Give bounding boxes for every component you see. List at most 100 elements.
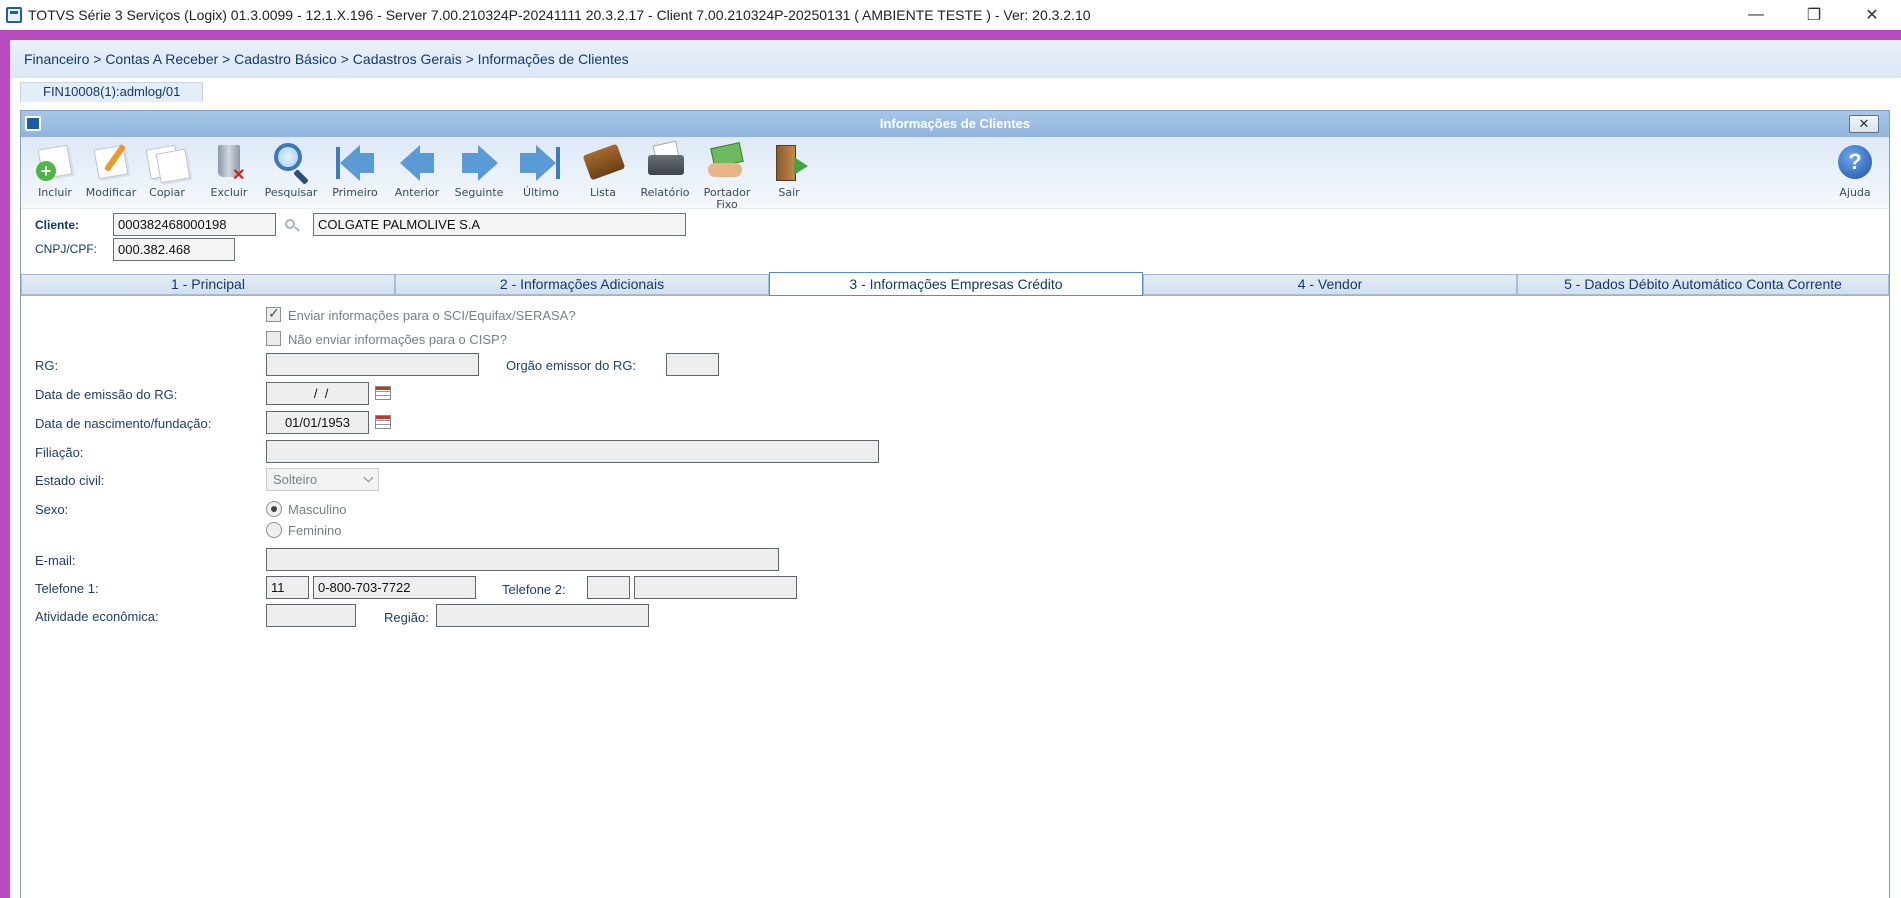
- relatorio-button[interactable]: Relatório: [637, 139, 693, 207]
- tab-debito-automatico[interactable]: 5 - Dados Débito Automático Conta Corren…: [1517, 274, 1889, 295]
- data-nascimento-field[interactable]: 01/01/1953: [266, 411, 369, 434]
- filiacao-field[interactable]: [266, 440, 879, 463]
- sexo-feminino-label: Feminino: [288, 523, 342, 538]
- tab-content: Enviar informações para o SCI/Equifax/SE…: [21, 296, 1889, 898]
- program-tab[interactable]: FIN10008(1):admlog/01: [20, 82, 204, 102]
- program-window-title: Informações de Clientes: [879, 116, 1031, 131]
- cliente-code-field[interactable]: 000382468000198: [113, 213, 276, 236]
- telefone1-number-field[interactable]: 0-800-703-7722: [313, 576, 476, 599]
- atividade-economica-label: Atividade econômica:: [35, 609, 159, 624]
- window-close-button[interactable]: ✕: [1849, 115, 1879, 133]
- excluir-label: Excluir: [210, 186, 248, 199]
- trash-icon: ✕: [206, 141, 252, 185]
- filiacao-label: Filiação:: [35, 445, 84, 460]
- window-controls: — ❐ ✕: [1727, 0, 1901, 30]
- plus-icon: +: [36, 161, 56, 181]
- estado-civil-select[interactable]: Solteiro: [266, 468, 379, 491]
- excluir-button[interactable]: ✕ Excluir: [201, 139, 257, 207]
- modificar-button[interactable]: Modificar: [83, 139, 139, 207]
- sair-label: Sair: [778, 186, 800, 199]
- telefone2-label: Telefone 2:: [502, 582, 566, 597]
- data-emissao-label: Data de emissão do RG:: [35, 387, 178, 402]
- copiar-label: Copiar: [149, 186, 185, 199]
- telefone2-number-field[interactable]: [634, 576, 797, 599]
- rg-field[interactable]: [266, 353, 479, 376]
- tab-informacoes-empresas-credito[interactable]: 3 - Informações Empresas Crédito: [769, 272, 1143, 296]
- estado-civil-value: Solteiro: [273, 472, 318, 487]
- book-icon: [580, 141, 626, 185]
- money-hand-icon: [704, 141, 750, 185]
- magnifier-icon: [268, 141, 314, 185]
- calendar-icon[interactable]: [375, 386, 391, 400]
- search-icon[interactable]: [285, 219, 300, 233]
- tab-principal[interactable]: 1 - Principal: [21, 274, 395, 295]
- regiao-field[interactable]: [436, 604, 649, 627]
- ajuda-button[interactable]: ? Ajuda: [1827, 139, 1883, 207]
- minimize-button[interactable]: —: [1727, 0, 1785, 30]
- tab-informacoes-adicionais[interactable]: 2 - Informações Adicionais: [395, 274, 769, 295]
- last-arrow-icon: [518, 141, 564, 185]
- breadcrumb: Financeiro > Contas A Receber > Cadastro…: [10, 40, 1901, 78]
- telefone1-ddd-field[interactable]: 11: [266, 576, 309, 599]
- data-nascimento-label: Data de nascimento/fundação:: [35, 416, 212, 431]
- ultimo-label: Último: [523, 186, 559, 199]
- chk-sci-checkbox[interactable]: [266, 305, 281, 322]
- program-window: Informações de Clientes ✕ + Incluir Modi…: [20, 110, 1890, 898]
- seguinte-label: Seguinte: [454, 186, 504, 199]
- email-field[interactable]: [266, 548, 779, 571]
- close-button[interactable]: ✕: [1843, 0, 1901, 30]
- email-label: E-mail:: [35, 553, 76, 568]
- telefone2-ddd-field[interactable]: [587, 576, 630, 599]
- lista-button[interactable]: Lista: [575, 139, 631, 207]
- pesquisar-label: Pesquisar: [264, 186, 318, 199]
- atividade-economica-field[interactable]: [266, 604, 356, 627]
- relatorio-label: Relatório: [640, 186, 690, 199]
- cnpj-label: CNPJ/CPF:: [35, 242, 98, 256]
- ajuda-label: Ajuda: [1839, 186, 1871, 199]
- cliente-name-field[interactable]: COLGATE PALMOLIVE S.A: [313, 213, 686, 236]
- tab-bar: 1 - Principal 2 - Informações Adicionais…: [21, 272, 1889, 296]
- program-window-titlebar: Informações de Clientes ✕: [21, 111, 1889, 137]
- telefone1-label: Telefone 1:: [35, 581, 99, 596]
- sexo-masculino-radio[interactable]: [266, 501, 282, 517]
- sexo-masculino-label: Masculino: [288, 502, 347, 517]
- os-window-title: TOTVS Série 3 Serviços (Logix) 01.3.0099…: [28, 7, 1091, 23]
- sair-button[interactable]: Sair: [761, 139, 817, 207]
- regiao-label: Região:: [384, 610, 429, 625]
- portador-fixo-button[interactable]: Portador Fixo: [699, 139, 755, 211]
- program-tab-row: FIN10008(1):admlog/01: [10, 78, 1901, 102]
- orgao-emissor-field[interactable]: [666, 353, 719, 376]
- incluir-button[interactable]: + Incluir: [27, 139, 83, 207]
- chk-cisp-label: Não enviar informações para o CISP?: [288, 332, 507, 347]
- primeiro-button[interactable]: Primeiro: [327, 139, 383, 207]
- sexo-label: Sexo:: [35, 502, 69, 517]
- chk-sci-label: Enviar informações para o SCI/Equifax/SE…: [288, 308, 576, 323]
- tab-vendor[interactable]: 4 - Vendor: [1143, 274, 1517, 295]
- pesquisar-button[interactable]: Pesquisar: [263, 139, 319, 207]
- anterior-label: Anterior: [394, 186, 440, 199]
- client-header: Cliente: 000382468000198 COLGATE PALMOLI…: [21, 209, 1889, 269]
- portador-fixo-label: Portador Fixo: [699, 187, 755, 211]
- restore-button[interactable]: ❐: [1785, 0, 1843, 30]
- next-arrow-icon: [456, 141, 502, 185]
- previous-arrow-icon: [394, 141, 440, 185]
- copiar-button[interactable]: Copiar: [139, 139, 195, 207]
- seguinte-button[interactable]: Seguinte: [451, 139, 507, 207]
- data-emissao-field[interactable]: / /: [266, 382, 369, 405]
- anterior-button[interactable]: Anterior: [389, 139, 445, 207]
- rg-label: RG:: [35, 358, 59, 373]
- cnpj-field[interactable]: 000.382.468: [113, 238, 235, 261]
- chk-cisp-checkbox[interactable]: [266, 331, 281, 346]
- orgao-emissor-label: Orgão emissor do RG:: [506, 358, 637, 373]
- window-icon: [25, 116, 41, 131]
- app-frame: Financeiro > Contas A Receber > Cadastro…: [0, 30, 1901, 898]
- primeiro-label: Primeiro: [332, 186, 378, 199]
- help-icon: ?: [1832, 141, 1878, 185]
- incluir-label: Incluir: [38, 186, 72, 199]
- sexo-feminino-radio[interactable]: [266, 522, 282, 538]
- ultimo-button[interactable]: Último: [513, 139, 569, 207]
- cliente-label: Cliente:: [35, 218, 80, 232]
- copy-icon: [144, 141, 191, 185]
- first-arrow-icon: [332, 141, 378, 185]
- calendar-icon[interactable]: [375, 415, 391, 429]
